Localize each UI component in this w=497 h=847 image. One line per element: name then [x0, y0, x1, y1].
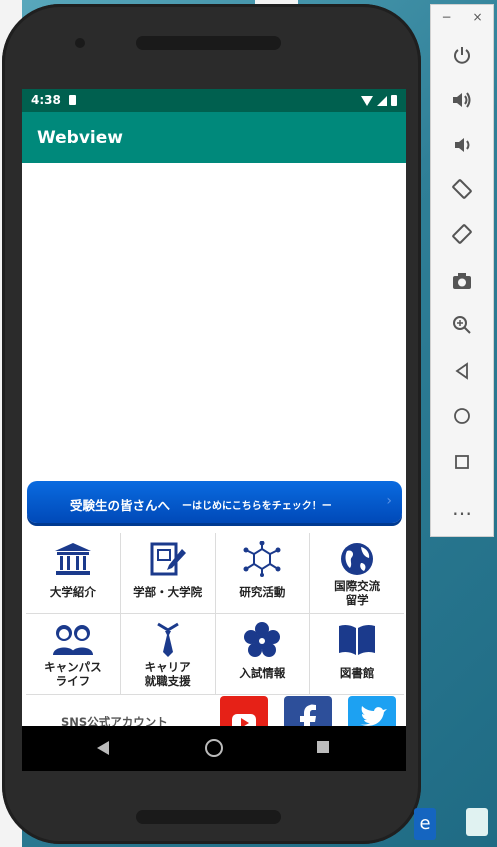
menu-item-admissions[interactable]: 入試情報 — [216, 614, 311, 694]
home-button[interactable] — [431, 403, 493, 433]
students-icon — [52, 625, 93, 655]
menu-row: キャンパス ライフ キャリア 就職支援 入試情報 図書館 — [26, 614, 404, 695]
wifi-icon — [361, 96, 373, 106]
back-triangle-icon — [455, 362, 468, 380]
menu-item-university[interactable]: 大学紹介 — [26, 533, 121, 613]
banner-main-text: 受験生の皆さんへ — [70, 498, 171, 513]
menu-label: 図書館 — [339, 666, 375, 680]
zoom-icon — [453, 316, 471, 334]
edge-browser-icon[interactable]: e — [414, 808, 436, 840]
menu-item-research[interactable]: 研究活動 — [216, 533, 311, 613]
home-icon[interactable] — [205, 739, 223, 757]
rotate-left-icon — [452, 179, 472, 199]
banner-sub-text: ーはじめにこちらをチェック！ー — [182, 501, 332, 512]
volume-down-button[interactable] — [431, 133, 493, 163]
menu-label: キャンパス — [44, 660, 102, 674]
webview-content[interactable]: 受験生の皆さんへ ーはじめにこちらをチェック！ー › 大学紹介 学部・大学院 研… — [22, 163, 406, 736]
menu-item-library[interactable]: 図書館 — [310, 614, 404, 694]
menu-row: 大学紹介 学部・大学院 研究活動 国際交流 留学 — [26, 533, 404, 614]
minimize-button[interactable]: − — [431, 7, 462, 27]
back-button[interactable] — [431, 358, 493, 388]
menu-label: 留学 — [345, 593, 369, 607]
menu-label: 大学紹介 — [49, 585, 96, 599]
battery-icon — [391, 95, 397, 106]
app-title: Webview — [37, 128, 123, 148]
globe-icon — [341, 543, 374, 575]
menu-label: 就職支援 — [144, 674, 191, 688]
taskbar-app-icon[interactable] — [466, 808, 488, 836]
university-building-icon — [54, 543, 91, 575]
book-icon — [339, 624, 376, 655]
emulator-phone-frame: 4:38 Webview 受験生の皆さんへ ーはじめにこちらをチェック！ー › — [2, 4, 421, 844]
flower-crest-icon — [244, 622, 281, 657]
camera-icon — [453, 273, 471, 289]
overview-button[interactable] — [431, 448, 493, 478]
status-bar: 4:38 — [22, 89, 406, 112]
menu-item-career[interactable]: キャリア 就職支援 — [121, 614, 216, 694]
menu-label: 研究活動 — [239, 585, 286, 599]
close-button[interactable]: × — [462, 7, 493, 27]
app-bar: Webview — [22, 112, 406, 163]
status-time: 4:38 — [31, 93, 61, 107]
menu-item-faculty[interactable]: 学部・大学院 — [121, 533, 216, 613]
menu-label: キャリア — [144, 660, 191, 674]
chevron-right-icon: › — [386, 493, 392, 509]
menu-item-campus-life[interactable]: キャンパス ライフ — [26, 614, 121, 694]
rotate-left-button[interactable] — [431, 178, 493, 208]
screenshot-button[interactable] — [431, 268, 493, 298]
menu-label: 学部・大学院 — [133, 585, 203, 599]
career-tie-icon — [156, 622, 179, 657]
recents-icon[interactable] — [317, 741, 329, 753]
emulator-control-panel: − × … — [430, 4, 494, 537]
menu-label: 入試情報 — [239, 666, 286, 680]
examinee-banner-button[interactable]: 受験生の皆さんへ ーはじめにこちらをチェック！ー › — [27, 481, 402, 523]
rotate-right-button[interactable] — [431, 223, 493, 253]
phone-screen[interactable]: 4:38 Webview 受験生の皆さんへ ーはじめにこちらをチェック！ー › — [22, 89, 406, 771]
status-icons — [361, 94, 397, 106]
zoom-button[interactable] — [431, 313, 493, 343]
menu-item-international[interactable]: 国際交流 留学 — [310, 533, 404, 613]
rotate-right-icon — [452, 224, 472, 244]
more-button[interactable]: … — [431, 493, 493, 523]
front-camera — [75, 38, 85, 48]
bottom-speaker — [136, 810, 281, 824]
top-speaker — [136, 36, 281, 50]
home-circle-icon — [454, 408, 470, 424]
power-button[interactable] — [431, 43, 493, 73]
menu-label: ライフ — [55, 674, 91, 688]
faculty-pencil-icon — [150, 542, 186, 576]
molecule-network-icon — [243, 541, 281, 577]
overview-square-icon — [455, 455, 469, 469]
sd-card-icon — [69, 95, 76, 105]
menu-label: 国際交流 — [334, 579, 381, 593]
volume-up-icon — [453, 92, 471, 108]
cell-signal-icon — [377, 96, 387, 106]
volume-up-button[interactable] — [431, 88, 493, 118]
volume-down-icon — [455, 138, 470, 152]
android-nav-bar — [22, 726, 406, 771]
menu-grid: 大学紹介 学部・大学院 研究活動 国際交流 留学 キャンパス ライフ キャリア … — [26, 533, 404, 695]
power-icon — [454, 47, 470, 64]
back-icon[interactable] — [97, 741, 109, 755]
